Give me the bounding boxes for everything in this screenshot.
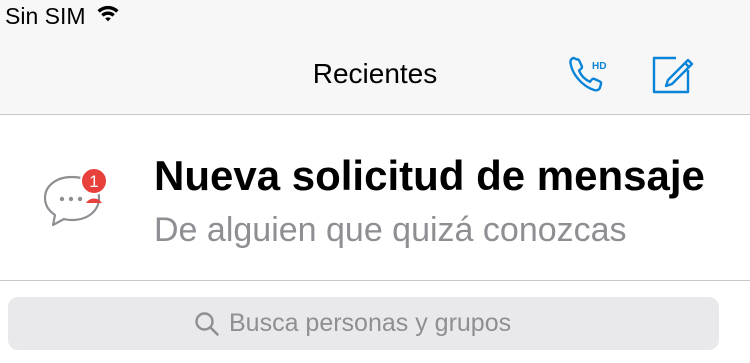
status-bar: Sin SIM	[0, 0, 750, 34]
notification-badge: 1	[89, 172, 98, 191]
wifi-icon	[97, 5, 119, 22]
request-title: Nueva solicitud de mensaje	[154, 152, 705, 199]
search-placeholder: Busca personas y grupos	[229, 309, 512, 337]
navigation-bar: Recientes HD	[0, 34, 750, 115]
chat-bubble-icon: 1	[43, 167, 108, 227]
search-input[interactable]: Busca personas y grupos	[8, 297, 719, 350]
page-title: Recientes	[312, 58, 438, 89]
message-request-row[interactable]: 1 Nueva solicitud de mensaje De alguien …	[0, 115, 750, 281]
carrier-label: Sin SIM	[5, 3, 86, 29]
compose-icon[interactable]	[650, 50, 696, 96]
request-subtitle: De alguien que quizá conozcas	[154, 211, 627, 249]
hd-phone-icon[interactable]: HD	[566, 52, 614, 96]
search-area: Busca personas y grupos	[0, 281, 750, 363]
svg-text:HD: HD	[592, 61, 606, 72]
search-icon	[195, 312, 219, 336]
